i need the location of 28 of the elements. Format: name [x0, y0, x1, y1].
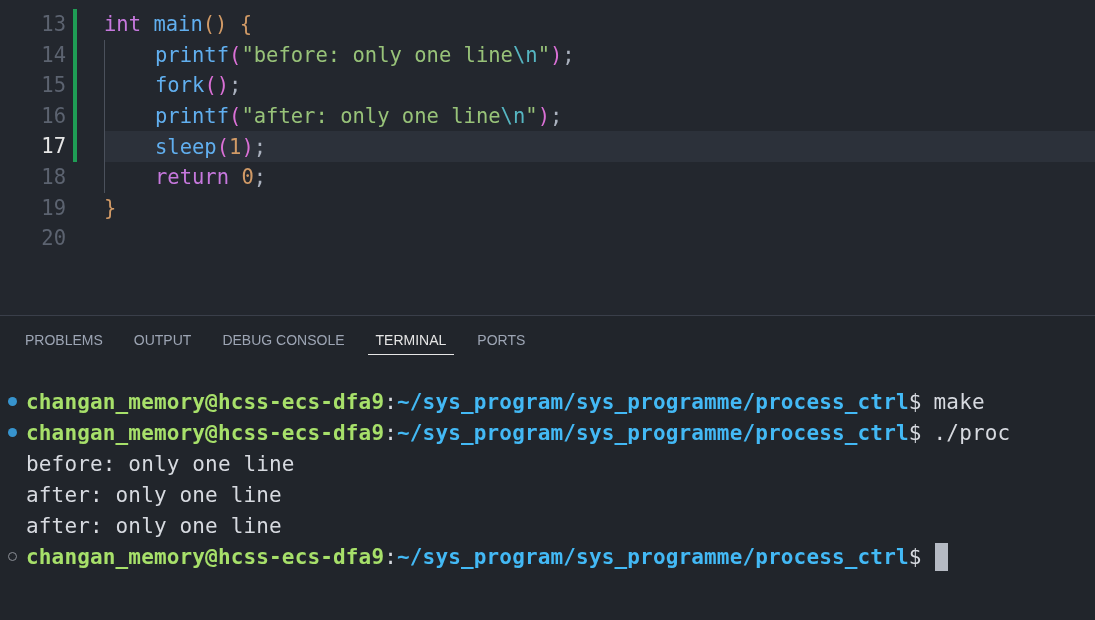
- terminal-command: make: [933, 389, 985, 414]
- code-line: fork();: [155, 73, 242, 98]
- terminal-output: after: only one line: [26, 513, 282, 538]
- terminal-command: ./proc: [933, 420, 1011, 445]
- line-number: 20: [40, 225, 66, 253]
- code-line: sleep(1);: [155, 134, 267, 159]
- panel-tab[interactable]: OUTPUT: [125, 328, 200, 355]
- line-number: 16: [40, 102, 66, 130]
- line-number: 18: [40, 163, 66, 191]
- code-line: int main() {: [104, 12, 253, 37]
- line-number: 19: [40, 194, 66, 222]
- terminal-prompt: changan_memory@hcss-ecs-dfa9:~/sys_program/sys_programme/process_ctrl$: [26, 420, 922, 445]
- terminal-output: before: only one line: [26, 451, 295, 476]
- code-line: printf("after: only one line\n");: [155, 104, 563, 129]
- line-number: 15: [40, 72, 66, 100]
- code-line: }: [104, 195, 117, 220]
- panel-tab[interactable]: PORTS: [469, 328, 534, 355]
- code-line: return 0;: [155, 165, 267, 190]
- terminal-prompt: changan_memory@hcss-ecs-dfa9:~/sys_program/sys_programme/process_ctrl$: [26, 544, 922, 569]
- line-number: 14: [40, 41, 66, 69]
- terminal-output: after: only one line: [26, 482, 282, 507]
- line-number: 17: [40, 133, 66, 161]
- code-line: printf("before: only one line\n");: [155, 42, 575, 67]
- panel-tab[interactable]: DEBUG CONSOLE: [214, 328, 353, 355]
- panel-tab[interactable]: TERMINAL: [367, 328, 455, 355]
- panel-tab[interactable]: PROBLEMS: [17, 328, 111, 355]
- line-number: 13: [40, 11, 66, 38]
- terminal-prompt: changan_memory@hcss-ecs-dfa9:~/sys_program/sys_programme/process_ctrl$: [26, 389, 922, 414]
